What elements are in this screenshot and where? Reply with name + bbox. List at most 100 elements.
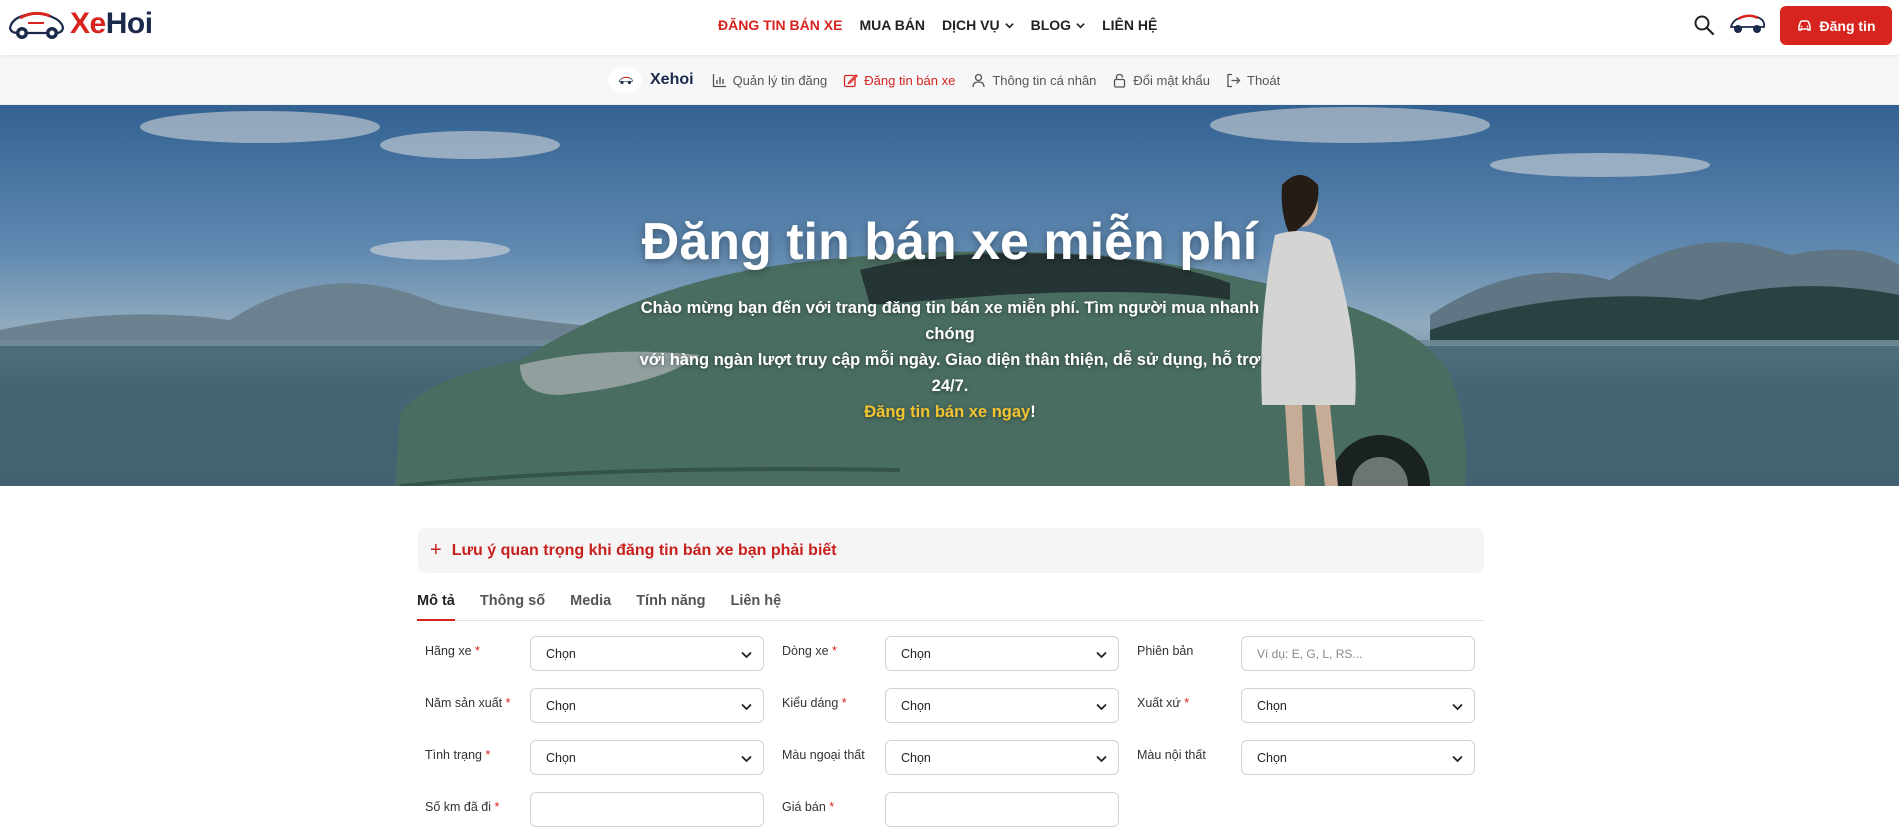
form-row: Hãng xe * Chọn Dòng xe * Chọn Phiên bản … [417, 636, 1485, 672]
subnav-change-password[interactable]: Đổi mật khẩu [1112, 73, 1210, 88]
nav-label: MUA BÁN [859, 17, 926, 33]
field-label: Xuất xứ * [1137, 696, 1190, 710]
subnav-label: Thoát [1247, 72, 1281, 88]
account-subnav: Xehoi Quản lý tin đăng Đăng tin bán xe T… [0, 55, 1899, 105]
subnav-profile[interactable]: Thông tin cá nhân [971, 73, 1096, 88]
field-label: Màu ngoại thất [782, 748, 865, 762]
nav-contact[interactable]: LIÊN HỆ [1102, 17, 1157, 33]
form-row: Số km đã đi * Giá bán * [417, 792, 1485, 828]
post-listing-button[interactable]: Đăng tin [1780, 6, 1892, 45]
hero-cta-link[interactable]: Đăng tin bán xe ngay [864, 403, 1030, 421]
notice-text: Lưu ý quan trọng khi đăng tin bán xe bạn… [451, 541, 837, 559]
nav-label: LIÊN HỆ [1102, 17, 1158, 33]
price-input[interactable] [885, 792, 1119, 827]
field-label: Giá bán * [782, 800, 835, 814]
chevron-down-icon [741, 651, 752, 659]
select-value: Chọn [546, 750, 576, 765]
form-row: Tình trạng * Chọn Màu ngoại thất Chọn Mà… [417, 740, 1485, 776]
lock-icon [1114, 73, 1126, 88]
select-value: Chọn [901, 646, 931, 661]
chevron-down-icon [1004, 22, 1014, 28]
hero-description: Chào mừng bạn đến với trang đăng tin bán… [620, 295, 1280, 425]
model-select[interactable]: Chọn [885, 636, 1119, 671]
field-label: Kiểu dáng * [782, 696, 847, 710]
chevron-down-icon [741, 703, 752, 711]
field-label: Phiên bản [1137, 644, 1194, 658]
subnav-label: Đăng tin bán xe [864, 72, 956, 88]
logout-icon [1227, 73, 1241, 87]
nav-post-sell-car[interactable]: ĐĂNG TIN BÁN XE [718, 17, 842, 33]
nav-blog[interactable]: BLOG [1031, 17, 1085, 33]
hero-title: Đăng tin bán xe miễn phí [641, 213, 1258, 271]
chevron-down-icon [741, 755, 752, 763]
select-value: Chọn [1257, 698, 1287, 713]
field-label: Màu nội thất [1137, 748, 1206, 762]
chevron-down-icon [1076, 22, 1085, 28]
subnav-brand-label: Xehoi [650, 71, 694, 88]
origin-select[interactable]: Chọn [1241, 688, 1475, 723]
subnav-post-listing[interactable]: Đăng tin bán xe [843, 73, 955, 88]
logo-car-icon [8, 11, 65, 39]
brand-logo-icon [608, 67, 642, 93]
hero-desc-line2: với hàng ngàn lượt truy cập mỗi ngày. Gi… [639, 351, 1261, 395]
tab-description[interactable]: Mô tả [417, 593, 455, 621]
user-icon [972, 73, 985, 87]
field-label: Dòng xe * [782, 644, 837, 658]
chevron-down-icon [1096, 651, 1107, 659]
edit-icon [844, 73, 859, 87]
car-icon [1797, 20, 1811, 31]
nav-label: BLOG [1030, 17, 1072, 33]
chevron-down-icon [1452, 755, 1463, 763]
exterior-color-select[interactable]: Chọn [885, 740, 1119, 775]
select-value: Chọn [546, 698, 576, 713]
site-logo[interactable]: XeHoi [6, 6, 153, 42]
bar-chart-icon [712, 73, 726, 87]
main-nav: ĐĂNG TIN BÁN XE MUA BÁN DỊCH VỤ BLOG LIÊ… [718, 17, 1157, 33]
car-avatar-icon[interactable] [1728, 10, 1766, 38]
subnav-logout[interactable]: Thoát [1226, 73, 1280, 88]
year-select[interactable]: Chọn [530, 688, 764, 723]
tab-contact[interactable]: Liên hệ [730, 593, 781, 621]
chevron-down-icon [1096, 755, 1107, 763]
nav-label: ĐĂNG TIN BÁN XE [718, 17, 843, 33]
hero-banner: Đăng tin bán xe miễn phí Chào mừng bạn đ… [0, 105, 1899, 486]
top-header: XeHoi ĐĂNG TIN BÁN XE MUA BÁN DỊCH VỤ BL… [0, 0, 1899, 55]
brand-select[interactable]: Chọn [530, 636, 764, 671]
hero-desc-line1: Chào mừng bạn đến với trang đăng tin bán… [640, 299, 1260, 343]
field-label: Số km đã đi * [425, 800, 500, 814]
subnav-label: Đổi mật khẩu [1133, 72, 1210, 88]
subnav-brand[interactable]: Xehoi [608, 67, 694, 93]
mileage-input[interactable] [530, 792, 764, 827]
subnav-manage-listings[interactable]: Quản lý tin đăng [712, 72, 828, 88]
select-value: Chọn [901, 698, 931, 713]
important-notes-accordion[interactable]: + Lưu ý quan trọng khi đăng tin bán xe b… [418, 528, 1484, 573]
tab-specifications[interactable]: Thông số [480, 593, 545, 621]
subnav-label: Thông tin cá nhân [992, 72, 1097, 88]
tab-features[interactable]: Tính năng [636, 593, 705, 621]
nav-buy-sell[interactable]: MUA BÁN [859, 17, 925, 33]
search-icon[interactable] [1693, 14, 1715, 36]
body-style-select[interactable]: Chọn [885, 688, 1119, 723]
tab-media[interactable]: Media [570, 593, 611, 621]
version-placeholder: Ví dụ: E, G, L, RS... [1257, 646, 1363, 661]
plus-icon: + [430, 539, 442, 561]
post-button-label: Đăng tin [1819, 17, 1876, 34]
field-label: Năm sản xuất * [425, 696, 511, 710]
field-label: Hãng xe * [425, 644, 480, 658]
select-value: Chọn [1257, 750, 1287, 765]
nav-label: DỊCH VỤ [942, 17, 1000, 33]
select-value: Chọn [901, 750, 931, 765]
interior-color-select[interactable]: Chọn [1241, 740, 1475, 775]
chevron-down-icon [1452, 703, 1463, 711]
select-value: Chọn [546, 646, 576, 661]
form-row: Năm sản xuất * Chọn Kiểu dáng * Chọn Xuấ… [417, 688, 1485, 724]
field-label: Tình trạng * [425, 748, 491, 762]
hero-cta-suffix: ! [1030, 403, 1036, 421]
version-input[interactable]: Ví dụ: E, G, L, RS... [1241, 636, 1475, 671]
logo-text-xe: Xe [70, 7, 106, 40]
condition-select[interactable]: Chọn [530, 740, 764, 775]
subnav-label: Quản lý tin đăng [732, 72, 828, 88]
logo-text-hoi: Hoi [105, 7, 153, 40]
nav-services[interactable]: DỊCH VỤ [942, 17, 1014, 33]
chevron-down-icon [1096, 703, 1107, 711]
